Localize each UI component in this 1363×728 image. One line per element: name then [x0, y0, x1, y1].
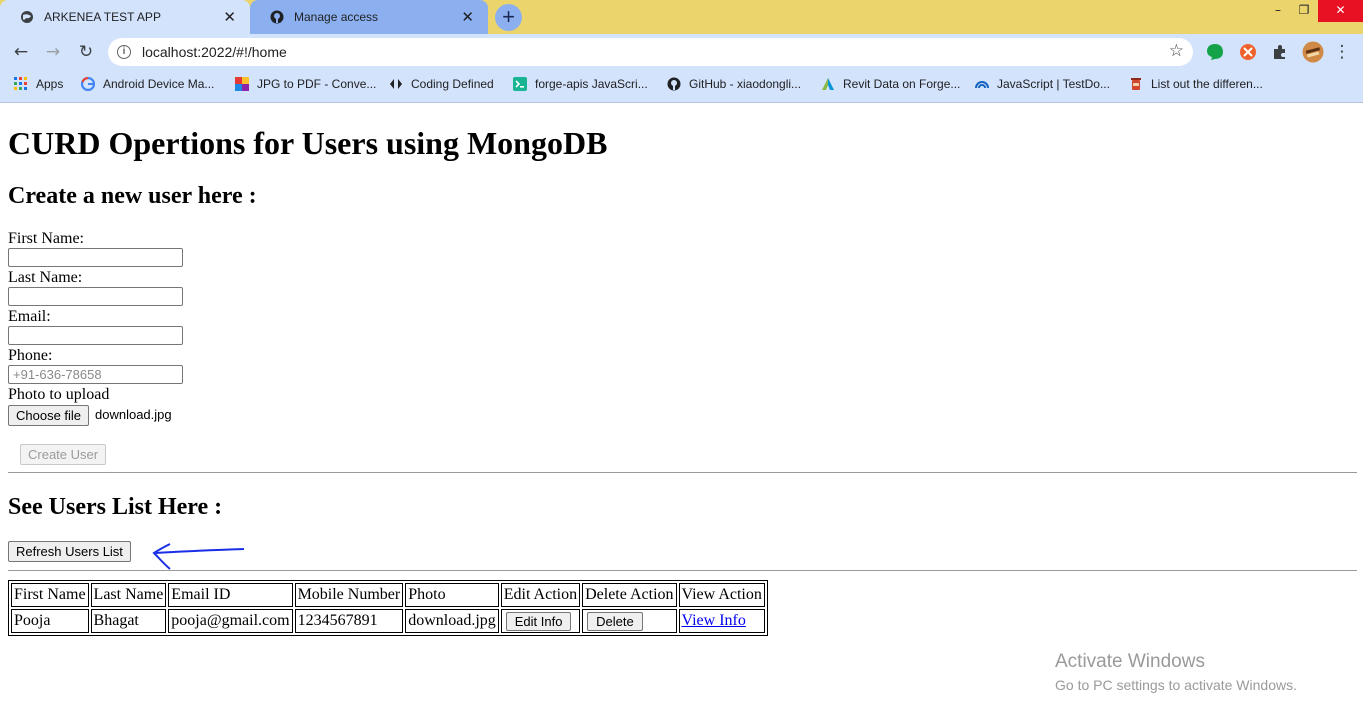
users-list-heading: See Users List Here :	[8, 494, 223, 520]
column-header: View Action	[678, 583, 765, 607]
page-title: CURD Opertions for Users using MongoDB	[8, 125, 608, 161]
phone-label: Phone:	[8, 347, 53, 364]
delete-button[interactable]: Delete	[587, 611, 643, 631]
email-cell: pooja@gmail.com	[168, 609, 293, 633]
reload-icon[interactable]: ↻	[74, 41, 98, 63]
browser-toolbar: ← → ↻ i localhost:2022/#!/home ☆ ⋮	[0, 34, 1363, 70]
edit-action-cell: Edit Info	[500, 609, 581, 633]
last-name-input[interactable]	[8, 287, 183, 306]
column-header: Last Name	[90, 583, 167, 607]
minimize-icon[interactable]: –	[1266, 0, 1290, 22]
tab-manage-access[interactable]: Manage access ✕	[250, 0, 488, 34]
selected-file-name: download.jpg	[95, 407, 172, 422]
tab-arkenea[interactable]: ARKENEA TEST APP ✕	[0, 0, 250, 34]
divider	[8, 570, 1357, 571]
refresh-users-list-button[interactable]: Refresh Users List	[8, 541, 131, 562]
tab-strip: ARKENEA TEST APP ✕ Manage access ✕ + – ❐…	[0, 0, 1363, 34]
extension-orange-icon[interactable]	[1239, 43, 1257, 61]
bookmark-label: List out the differen...	[1151, 77, 1263, 91]
bookmark-list-out-differences[interactable]: List out the differen...	[1129, 77, 1263, 93]
info-icon[interactable]: i	[117, 45, 131, 59]
close-icon[interactable]: ✕	[223, 8, 236, 26]
jpg2pdf-icon	[235, 77, 249, 91]
last-name-cell: Bhagat	[90, 609, 167, 633]
table-row: Pooja Bhagat pooja@gmail.com 1234567891 …	[11, 609, 765, 633]
forward-icon[interactable]: →	[41, 41, 65, 63]
bookmark-label: Android Device Ma...	[103, 77, 215, 91]
photo-cell: download.jpg	[405, 609, 499, 633]
view-action-cell: View Info	[678, 609, 765, 633]
apps-grid-icon	[14, 77, 27, 90]
google-icon	[81, 77, 95, 91]
delete-action-cell: Delete	[582, 609, 677, 633]
url-text: localhost:2022/#!/home	[142, 44, 287, 60]
github-icon	[270, 10, 284, 24]
create-user-button[interactable]: Create User	[20, 444, 107, 465]
users-table: First Name Last Name Email ID Mobile Num…	[8, 580, 768, 636]
create-user-heading: Create a new user here :	[8, 183, 257, 209]
first-name-cell: Pooja	[11, 609, 89, 633]
bookmark-label: Coding Defined	[411, 77, 494, 91]
bookmark-android-device[interactable]: Android Device Ma...	[81, 77, 214, 93]
mobile-cell: 1234567891	[294, 609, 404, 633]
github-icon	[667, 77, 681, 91]
activate-windows-subtitle: Go to PC settings to activate Windows.	[1055, 677, 1297, 693]
address-bar[interactable]: i localhost:2022/#!/home ☆	[108, 38, 1193, 66]
edit-info-button[interactable]: Edit Info	[505, 611, 572, 631]
annotation-arrow-icon	[152, 543, 245, 570]
autodesk-icon	[822, 78, 834, 90]
column-header: Edit Action	[500, 583, 581, 607]
grammarly-extension-icon[interactable]	[1206, 43, 1224, 61]
email-input[interactable]	[8, 326, 183, 345]
tab-title: Manage access	[294, 10, 379, 24]
column-header: Photo	[405, 583, 499, 607]
bookmark-label: JPG to PDF - Conve...	[257, 77, 377, 91]
divider	[8, 472, 1357, 473]
table-header-row: First Name Last Name Email ID Mobile Num…	[11, 583, 765, 607]
globe-icon	[21, 11, 33, 23]
kebab-menu-icon[interactable]: ⋮	[1332, 41, 1352, 63]
photo-upload-label: Photo to upload	[8, 386, 110, 403]
close-icon[interactable]: ✕	[461, 8, 474, 26]
bookmarks-bar: Apps Android Device Ma... JPG to PDF - C…	[0, 70, 1363, 103]
column-header: Delete Action	[582, 583, 677, 607]
testdome-icon	[975, 81, 989, 89]
back-icon[interactable]: ←	[9, 41, 33, 63]
bookmark-forge-apis[interactable]: forge-apis JavaScri...	[513, 77, 648, 93]
bookmark-label: Revit Data on Forge...	[843, 77, 961, 91]
column-header: Email ID	[168, 583, 293, 607]
choose-file-button[interactable]: Choose file	[8, 405, 90, 426]
activate-windows-title: Activate Windows	[1055, 651, 1205, 672]
bookmark-label: Apps	[36, 77, 64, 91]
bookmark-label: forge-apis JavaScri...	[535, 77, 648, 91]
tab-title: ARKENEA TEST APP	[44, 10, 161, 24]
column-header: First Name	[11, 583, 89, 607]
window-close-icon[interactable]: ✕	[1318, 0, 1363, 22]
view-info-link[interactable]: View Info	[682, 612, 746, 629]
first-name-label: First Name:	[8, 230, 84, 247]
new-tab-button[interactable]: +	[495, 4, 522, 31]
bookmark-javascript-testdome[interactable]: JavaScript | TestDo...	[975, 77, 1110, 93]
page-content: CURD Opertions for Users using MongoDB C…	[0, 103, 1363, 728]
column-header: Mobile Number	[294, 583, 404, 607]
phone-input[interactable]	[8, 365, 183, 384]
bookmark-jpg-to-pdf[interactable]: JPG to PDF - Conve...	[235, 77, 376, 93]
coding-defined-icon	[390, 79, 402, 89]
bookmark-github[interactable]: GitHub - xiaodongli...	[667, 77, 801, 93]
last-name-label: Last Name:	[8, 269, 83, 286]
puzzle-extensions-icon[interactable]	[1271, 43, 1289, 61]
bookmark-star-icon[interactable]: ☆	[1169, 41, 1184, 61]
restore-icon[interactable]: ❐	[1292, 0, 1316, 22]
first-name-input[interactable]	[8, 248, 183, 267]
bookmark-label: GitHub - xiaodongli...	[689, 77, 802, 91]
profile-avatar[interactable]	[1302, 41, 1324, 63]
bookmark-coding-defined[interactable]: Coding Defined	[389, 77, 494, 93]
bookmark-apps[interactable]: Apps	[14, 77, 63, 93]
bookmark-label: JavaScript | TestDo...	[997, 77, 1110, 91]
email-label: Email:	[8, 308, 51, 325]
bookmark-revit-data[interactable]: Revit Data on Forge...	[821, 77, 960, 93]
terminal-icon	[513, 77, 527, 91]
cup-icon	[1131, 78, 1141, 90]
